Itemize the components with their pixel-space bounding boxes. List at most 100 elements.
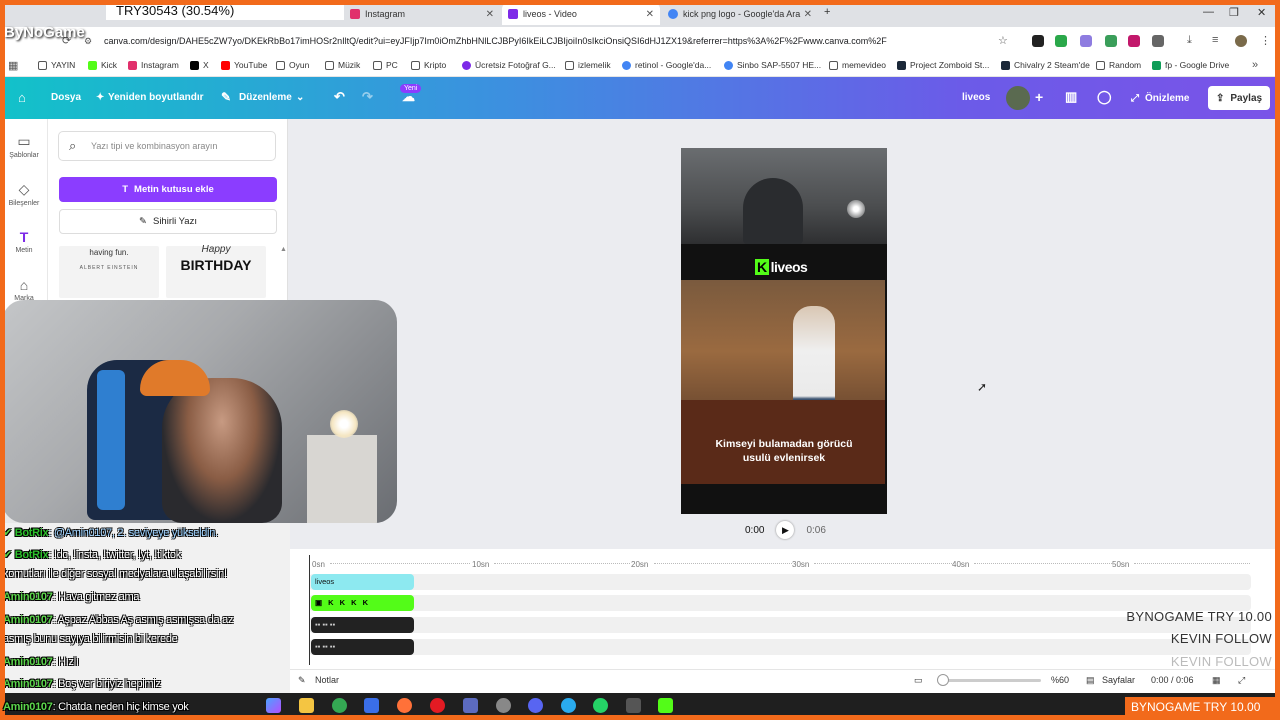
url-text[interactable]: canva.com/design/DAHE5cZW7yo/DKEkRbBo17i… xyxy=(104,36,887,46)
edit-mode-menu[interactable]: Düzenleme xyxy=(239,92,292,103)
menu-kebab-icon[interactable]: ⋮ xyxy=(1260,34,1271,47)
site-info-icon[interactable]: ⚙ xyxy=(84,36,92,47)
close-window-button[interactable]: ✕ xyxy=(1257,6,1266,19)
bookmark-item[interactable]: Kripto xyxy=(411,60,446,70)
bookmark-item[interactable]: memevideo xyxy=(829,60,886,70)
telegram-icon[interactable] xyxy=(561,698,576,713)
rail-item-brand[interactable]: ⌂ Marka xyxy=(0,277,48,302)
maximize-button[interactable]: ❐ xyxy=(1229,6,1239,19)
app-icon[interactable] xyxy=(463,698,478,713)
bookmark-item[interactable]: retinol - Google'da... xyxy=(622,60,711,70)
pages-button[interactable]: Sayfalar xyxy=(1102,675,1135,685)
opera-icon[interactable] xyxy=(430,698,445,713)
whatsapp-icon[interactable] xyxy=(593,698,608,713)
zoom-slider[interactable] xyxy=(937,679,1041,682)
steam-icon[interactable] xyxy=(496,698,511,713)
redo-icon[interactable]: ↷ xyxy=(362,89,373,105)
fullscreen-icon[interactable]: ⤢ xyxy=(1238,675,1245,686)
rail-item-text[interactable]: T Metin xyxy=(0,229,48,254)
bookmark-item[interactable]: Project Zomboid St... xyxy=(897,60,989,70)
chrome-active-icon[interactable] xyxy=(626,698,641,713)
rail-item-templates[interactable]: ▭ Şablonlar xyxy=(0,133,48,159)
rail-item-elements[interactable]: ◇ Bileşenler xyxy=(0,181,48,207)
bookmark-item[interactable]: Chivalry 2 Steam'de xyxy=(1001,60,1090,70)
close-icon[interactable]: ✕ xyxy=(804,9,812,20)
bookmark-item[interactable]: Kick xyxy=(88,60,117,70)
resize-menu[interactable]: Yeniden boyutlandır xyxy=(108,92,204,103)
notes-icon[interactable]: ✎ xyxy=(298,675,306,686)
timeline-toggle-icon[interactable]: ▭ xyxy=(914,675,923,686)
timeline-track[interactable] xyxy=(309,574,1251,590)
zoom-slider-thumb[interactable] xyxy=(937,674,949,686)
new-tab-button[interactable]: + xyxy=(824,6,830,18)
apps-grid-icon[interactable]: ▦ xyxy=(8,59,18,72)
home-icon[interactable]: ⌂ xyxy=(18,90,26,105)
close-icon[interactable]: ✕ xyxy=(486,9,494,20)
bookmark-item[interactable]: fp - Google Drive xyxy=(1152,60,1229,70)
bookmark-item[interactable]: Instagram xyxy=(128,60,179,70)
timeline-track[interactable] xyxy=(309,617,1251,633)
tab-google-search[interactable]: kick png logo - Google'da Ara ✕ xyxy=(662,3,818,25)
extension-icon[interactable] xyxy=(1128,35,1140,47)
timeline-track[interactable] xyxy=(309,595,1251,611)
extensions-puzzle-icon[interactable] xyxy=(1152,35,1164,47)
font-search-input[interactable]: ⌕ Yazı tipi ve kombinasyon arayın xyxy=(58,131,276,161)
undo-icon[interactable]: ↶ xyxy=(334,89,345,105)
bookmark-item[interactable]: YAYIN xyxy=(38,60,75,70)
mail-icon[interactable] xyxy=(364,698,379,713)
avatar[interactable] xyxy=(1006,86,1030,110)
timeline-track[interactable] xyxy=(309,639,1251,655)
insights-chart-icon[interactable]: ▥ xyxy=(1065,89,1077,105)
tab-instagram[interactable]: Instagram ✕ xyxy=(344,3,500,25)
media-control-icon[interactable]: ≡ xyxy=(1212,34,1218,46)
copilot-icon[interactable] xyxy=(266,698,281,713)
comment-icon[interactable]: ◯ xyxy=(1097,89,1112,105)
add-textbox-button[interactable]: T Metin kutusu ekle xyxy=(59,177,277,202)
notes-button[interactable]: Notlar xyxy=(315,675,339,685)
preview-button[interactable]: ⤢ Önizleme xyxy=(1123,86,1197,110)
share-button[interactable]: ⇪ Paylaş xyxy=(1208,86,1271,110)
bookmark-item[interactable]: Müzik xyxy=(325,60,360,70)
chrome-icon[interactable] xyxy=(332,698,347,713)
pages-icon[interactable]: ▤ xyxy=(1086,675,1095,686)
grid-view-icon[interactable]: ▦ xyxy=(1212,675,1221,686)
add-collaborator-icon[interactable]: + xyxy=(1035,89,1043,105)
kick-logo-clip[interactable]: ▣ K K K K xyxy=(311,595,414,611)
video-clip[interactable]: ▪▪ ▪▪ ▪▪ xyxy=(311,617,414,633)
extension-icon[interactable] xyxy=(1032,35,1044,47)
file-menu[interactable]: Dosya xyxy=(51,92,81,103)
bookmark-item[interactable]: Random xyxy=(1096,60,1141,70)
text-template-tile[interactable]: having fun. ALBERT EINSTEIN xyxy=(59,246,159,298)
zoom-level[interactable]: %60 xyxy=(1051,675,1069,685)
profile-avatar[interactable] xyxy=(1235,35,1247,47)
extension-icon[interactable] xyxy=(1080,35,1092,47)
text-clip[interactable]: liveos xyxy=(311,574,414,590)
chevron-down-icon[interactable]: ⌄ xyxy=(296,92,304,103)
bookmark-item[interactable]: YouTube xyxy=(221,60,267,70)
bookmark-item[interactable]: X xyxy=(190,60,209,70)
close-icon[interactable]: ✕ xyxy=(646,9,654,20)
resize-icon[interactable]: ✦ xyxy=(96,92,104,103)
video-clip[interactable]: ▪▪ ▪▪ ▪▪ xyxy=(311,639,414,655)
bookmark-item[interactable]: PC xyxy=(373,60,398,70)
more-bookmarks-icon[interactable]: » xyxy=(1252,59,1258,71)
bookmark-star-icon[interactable]: ☆ xyxy=(998,34,1008,47)
bookmark-item[interactable]: izlemelik xyxy=(565,60,611,70)
text-template-tile[interactable]: Happy BIRTHDAY xyxy=(166,245,266,298)
extension-icon[interactable] xyxy=(1105,35,1117,47)
panel-scrollbar[interactable]: ▲ xyxy=(280,246,287,253)
discord-icon[interactable] xyxy=(528,698,543,713)
file-explorer-icon[interactable] xyxy=(299,698,314,713)
bookmark-item[interactable]: Ücretsiz Fotoğraf G... xyxy=(462,60,556,70)
kick-brand-logo[interactable]: Kliveos xyxy=(755,259,808,275)
bookmark-item[interactable]: Sinbo SAP-5507 HE... xyxy=(724,60,821,70)
magic-write-button[interactable]: ✎ Sihirli Yazı xyxy=(59,209,277,234)
bookmark-item[interactable]: Oyun xyxy=(276,60,309,70)
play-button[interactable]: ▶ xyxy=(776,521,795,539)
streamer-video-frame[interactable] xyxy=(681,148,887,244)
tab-liveos-video[interactable]: liveos - Video ✕ xyxy=(502,3,660,25)
firefox-icon[interactable] xyxy=(397,698,412,713)
extension-icon[interactable] xyxy=(1055,35,1067,47)
design-name[interactable]: liveos xyxy=(962,92,990,103)
minimize-button[interactable]: — xyxy=(1203,6,1214,18)
